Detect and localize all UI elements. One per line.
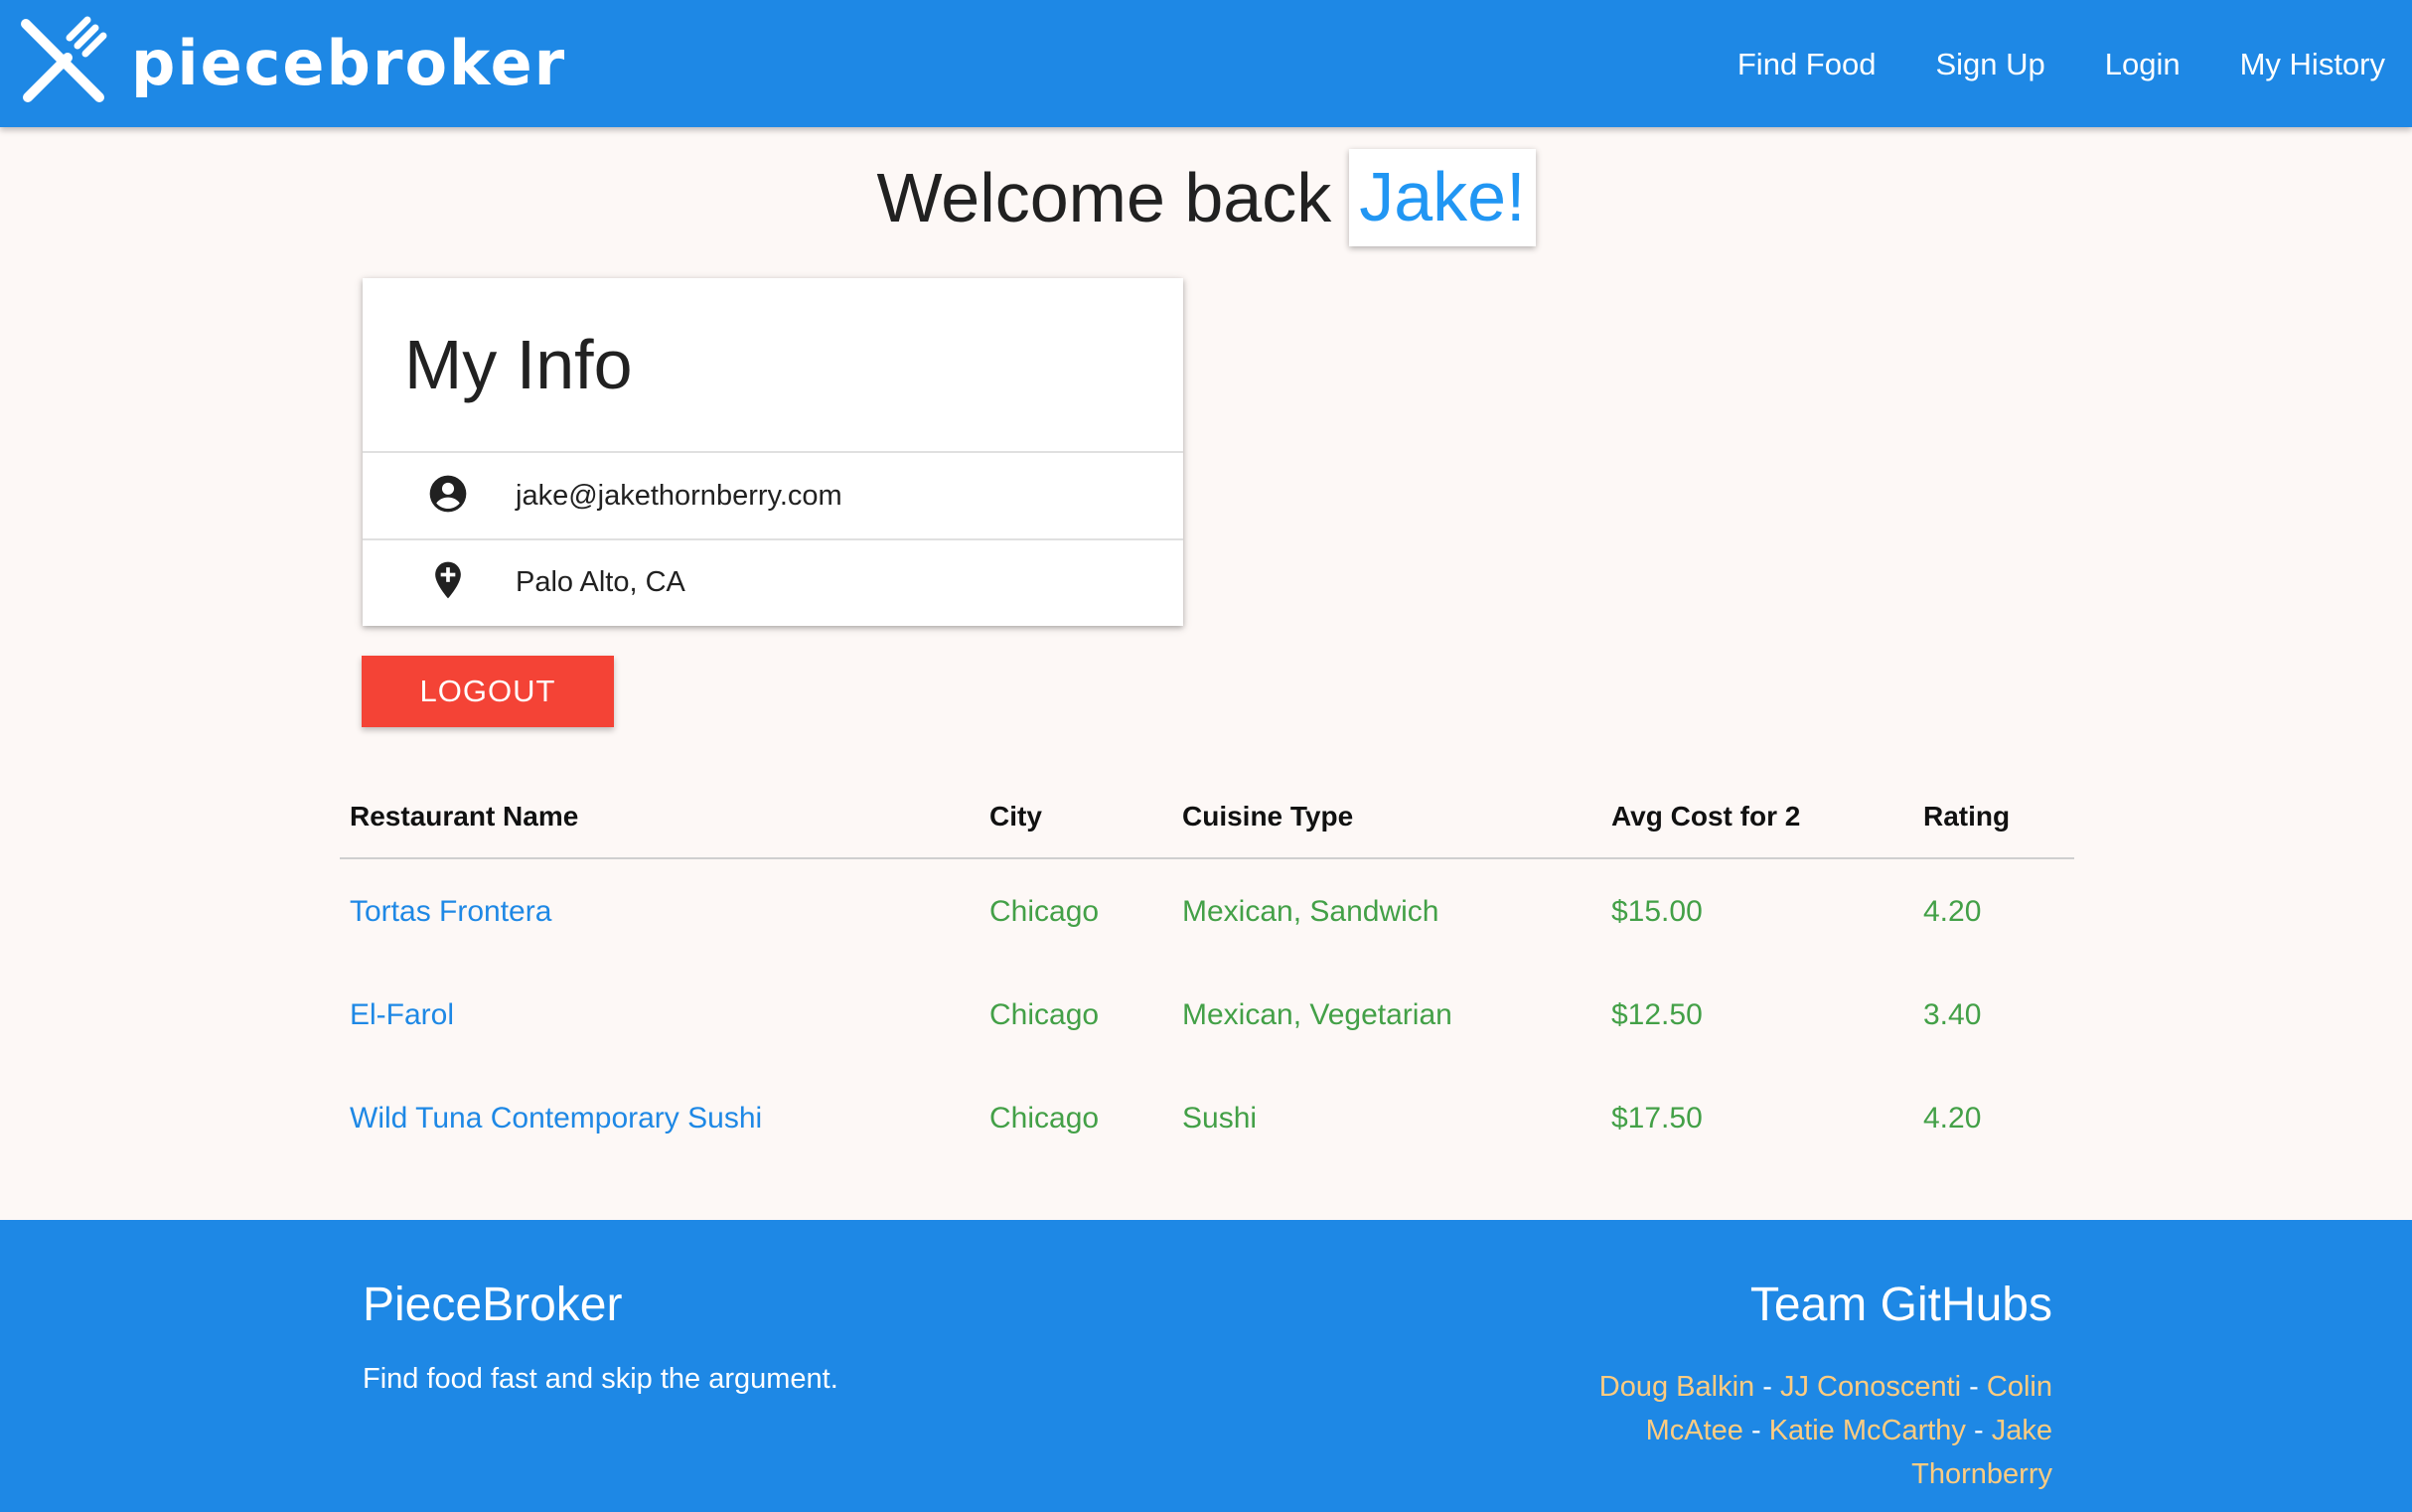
link-separator: -	[1750, 1415, 1761, 1446]
city-cell: Chicago	[989, 998, 1100, 1031]
cost-cell: $17.50	[1611, 1102, 1703, 1134]
restaurant-link[interactable]: Tortas Frontera	[350, 895, 551, 928]
nav-links: Find Food Sign Up Login My History	[1678, 0, 2385, 127]
header-avg-cost: Avg Cost for 2	[1601, 775, 1913, 859]
email-row: jake@jakethornberry.com	[363, 453, 1183, 538]
nav-link-find-food[interactable]: Find Food	[1737, 49, 1877, 79]
table-row: Tortas Frontera Chicago Mexican, Sandwic…	[340, 858, 2074, 964]
link-separator: -	[1969, 1371, 1979, 1403]
footer-team: Team GitHubs Doug Balkin - JJ Conoscenti…	[1536, 1282, 2052, 1496]
github-link-jj-conoscenti[interactable]: JJ Conoscenti	[1780, 1371, 1961, 1403]
header-restaurant-name: Restaurant Name	[340, 775, 980, 859]
my-info-title: My Info	[404, 326, 633, 403]
team-github-links: Doug Balkin - JJ Conoscenti - Colin McAt…	[1536, 1365, 2052, 1496]
restaurant-link[interactable]: Wild Tuna Contemporary Sushi	[350, 1102, 762, 1134]
link-separator: -	[1974, 1415, 1984, 1446]
header-city: City	[980, 775, 1172, 859]
city-cell: Chicago	[989, 894, 1100, 928]
nav-link-my-history[interactable]: My History	[2240, 49, 2385, 79]
location-row: Palo Alto, CA	[363, 538, 1183, 624]
restaurant-link[interactable]: El-Farol	[350, 998, 454, 1031]
my-info-card: My Info jake@jakethornberry.com Palo Alt…	[363, 278, 1183, 626]
header-cuisine-type: Cuisine Type	[1172, 775, 1601, 859]
table-row: Wild Tuna Contemporary Sushi Chicago Sus…	[340, 1067, 2074, 1170]
footer: PieceBroker Find food fast and skip the …	[0, 1220, 2412, 1512]
my-info-header: My Info	[363, 278, 1183, 453]
table-row: El-Farol Chicago Mexican, Vegetarian $12…	[340, 964, 2074, 1067]
fork-knife-icon	[18, 16, 109, 112]
github-link-katie-mccarthy[interactable]: Katie McCarthy	[1769, 1415, 1966, 1446]
header-rating: Rating	[1913, 775, 2074, 859]
cost-cell: $15.00	[1611, 894, 1703, 928]
footer-title: PieceBroker	[363, 1279, 623, 1331]
team-githubs-title: Team GitHubs	[1749, 1279, 2052, 1331]
navbar: piecebroker Find Food Sign Up Login My H…	[0, 0, 2412, 127]
welcome-heading: Welcome back Jake!	[0, 149, 2412, 246]
table-header-row: Restaurant Name City Cuisine Type Avg Co…	[340, 775, 2074, 859]
link-separator: -	[1762, 1371, 1772, 1403]
brand-name: piecebroker	[131, 27, 567, 99]
cost-cell: $12.50	[1611, 998, 1703, 1031]
map-pin-plus-icon	[426, 558, 470, 607]
logout-button[interactable]: LOGOUT	[362, 656, 614, 727]
cuisine-cell: Sushi	[1182, 1102, 1258, 1134]
rating-cell: 3.40	[1923, 998, 1982, 1031]
email-value: jake@jakethornberry.com	[516, 479, 842, 512]
welcome-prefix: Welcome back	[876, 159, 1332, 236]
cuisine-cell: Mexican, Sandwich	[1182, 894, 1439, 928]
city-cell: Chicago	[989, 1102, 1100, 1134]
github-link-doug-balkin[interactable]: Doug Balkin	[1599, 1371, 1754, 1403]
location-value: Palo Alto, CA	[516, 565, 685, 598]
rating-cell: 4.20	[1923, 894, 1982, 928]
footer-tagline: Find food fast and skip the argument.	[363, 1363, 838, 1395]
restaurant-history-table: Restaurant Name City Cuisine Type Avg Co…	[340, 775, 2074, 1170]
welcome-user-name: Jake!	[1349, 149, 1536, 246]
nav-link-sign-up[interactable]: Sign Up	[1935, 49, 2044, 79]
cuisine-cell: Mexican, Vegetarian	[1182, 998, 1452, 1031]
account-circle-icon	[426, 472, 470, 521]
brand-logo-link[interactable]: piecebroker	[18, 14, 566, 113]
nav-link-login[interactable]: Login	[2105, 49, 2181, 79]
footer-about: PieceBroker Find food fast and skip the …	[363, 1282, 838, 1396]
rating-cell: 4.20	[1923, 1102, 1982, 1134]
